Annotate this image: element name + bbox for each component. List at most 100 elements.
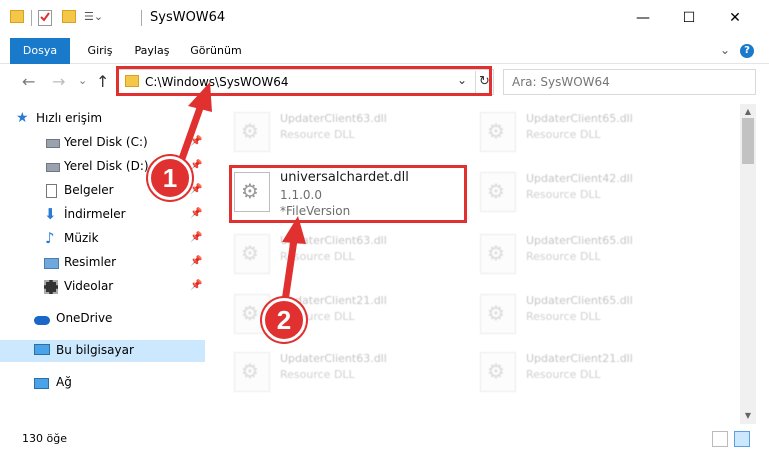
dll-file-icon — [480, 112, 516, 152]
sidebar-item-pictures[interactable]: Resimler 📌 — [0, 252, 205, 274]
file-item[interactable]: UpdaterClient21.dll Resource DLL — [480, 346, 710, 400]
dll-file-icon — [234, 172, 270, 212]
file-item[interactable]: UpdaterClient63.dll Resource DLL — [234, 228, 464, 282]
drive-icon — [46, 139, 60, 148]
music-icon: ♪ — [45, 229, 55, 247]
close-button[interactable]: ✕ — [725, 8, 745, 28]
tab-gorunum[interactable]: Görünüm — [184, 38, 248, 64]
dll-file-icon — [480, 234, 516, 274]
computer-icon — [34, 344, 50, 355]
cloud-icon — [34, 316, 50, 325]
sidebar-item-music[interactable]: ♪ Müzik 📌 — [0, 228, 205, 250]
tiles-view-icon[interactable] — [734, 431, 750, 447]
scrollbar-thumb[interactable] — [742, 118, 754, 164]
forward-button[interactable]: → — [52, 72, 65, 91]
search-box[interactable] — [503, 69, 756, 95]
customize-quick-access-icon[interactable]: ☰⌄ — [84, 10, 112, 26]
sidebar-item-label: Bu bilgisayar — [56, 343, 134, 357]
sidebar-item-downloads[interactable]: ⬇ İndirmeler 📌 — [0, 204, 205, 226]
tab-giris[interactable]: Giriş — [78, 38, 122, 64]
file-item[interactable]: UpdaterClient42.dll Resource DLL — [480, 166, 710, 220]
address-path[interactable]: C:\Windows\SysWOW64 — [145, 75, 289, 89]
details-view-icon[interactable] — [712, 431, 728, 447]
pin-icon: 📌 — [190, 232, 203, 243]
file-name: UpdaterClient63.dll — [280, 112, 387, 125]
drive-icon — [46, 163, 60, 172]
sidebar-item-label: İndirmeler — [64, 207, 126, 221]
pin-icon: 📌 — [190, 136, 203, 147]
callout-badge-1: 1 — [148, 156, 192, 200]
file-name: UpdaterClient65.dll — [526, 234, 633, 247]
address-bar[interactable]: C:\Windows\SysWOW64 ⌄ ↻ — [118, 69, 494, 95]
tab-paylas[interactable]: Paylaş — [126, 38, 178, 64]
sidebar-item-label: Yerel Disk (C:) — [64, 135, 148, 149]
sidebar-item-quick-access[interactable]: ★ Hızlı erişim — [0, 108, 205, 130]
folder-icon — [125, 75, 139, 87]
expand-ribbon-icon[interactable]: ⌄ — [720, 43, 730, 57]
search-input[interactable] — [512, 71, 742, 93]
file-item[interactable]: UpdaterClient63.dll Resource DLL — [234, 106, 464, 160]
navigation-bar: ← → ⌄ ↑ C:\Windows\SysWOW64 ⌄ ↻ — [0, 64, 769, 100]
file-description: *FileVersion — [280, 204, 351, 218]
sidebar-item-label: Hızlı erişim — [36, 111, 103, 125]
file-description: Resource DLL — [526, 128, 601, 141]
file-item[interactable]: UpdaterClient65.dll Resource DLL — [480, 106, 710, 160]
file-description: Resource DLL — [280, 368, 355, 381]
sidebar-item-videos[interactable]: Videolar 📌 — [0, 276, 205, 298]
up-button[interactable]: ↑ — [96, 72, 109, 91]
file-name: UpdaterClient63.dll — [280, 234, 387, 247]
pin-icon: 📌 — [190, 280, 203, 291]
title-bar: ☰⌄ SysWOW64 — ☐ ✕ — [0, 0, 769, 36]
separator — [31, 10, 32, 26]
sidebar-item-label: Videolar — [64, 279, 114, 293]
file-name: UpdaterClient63.dll — [280, 352, 387, 365]
properties-icon[interactable] — [38, 10, 52, 26]
file-description: Resource DLL — [526, 310, 601, 323]
ribbon: Dosya Giriş Paylaş Görünüm ⌄ ? — [0, 38, 769, 64]
video-icon — [44, 280, 58, 294]
sidebar-item-this-pc[interactable]: Bu bilgisayar — [0, 340, 205, 362]
new-folder-icon[interactable] — [62, 10, 76, 23]
sidebar-item-label: Resimler — [64, 255, 117, 269]
sidebar-item-label: OneDrive — [56, 311, 113, 325]
file-item[interactable]: UpdaterClient63.dll Resource DLL — [234, 346, 464, 400]
file-description: Resource DLL — [526, 188, 601, 201]
pin-icon: 📌 — [190, 256, 203, 267]
star-icon: ★ — [16, 110, 29, 126]
file-description: Resource DLL — [526, 250, 601, 263]
sidebar-item-onedrive[interactable]: OneDrive — [0, 308, 205, 330]
file-item[interactable]: UpdaterClient65.dll Resource DLL — [480, 288, 710, 342]
sidebar-item-label: Ağ — [56, 375, 72, 389]
item-count: 130 öğe — [22, 432, 67, 445]
recent-locations-button[interactable]: ⌄ — [78, 74, 87, 87]
dll-file-icon — [480, 172, 516, 212]
document-icon — [46, 184, 57, 198]
file-item[interactable]: UpdaterClient65.dll Resource DLL — [480, 228, 710, 282]
sidebar-item-local-disk-c[interactable]: Yerel Disk (C:) 📌 — [0, 132, 205, 154]
status-bar: 130 öğe — [0, 428, 769, 450]
chevron-down-icon[interactable]: ⌄ — [457, 73, 467, 87]
tab-dosya[interactable]: Dosya — [10, 38, 70, 64]
back-button[interactable]: ← — [22, 72, 35, 91]
minimize-button[interactable]: — — [633, 8, 653, 28]
folder-icon — [10, 10, 24, 23]
separator — [141, 10, 142, 26]
file-name: UpdaterClient21.dll — [526, 352, 633, 365]
file-name: UpdaterClient65.dll — [526, 294, 633, 307]
dll-file-icon — [234, 112, 270, 152]
sidebar-item-label: Belgeler — [64, 183, 114, 197]
file-item-universalchardet[interactable]: universalchardet.dll 1.1.0.0 *FileVersio… — [234, 166, 464, 220]
maximize-button[interactable]: ☐ — [679, 8, 699, 28]
sidebar-item-label: Yerel Disk (D:) — [64, 159, 149, 173]
dll-file-icon — [234, 234, 270, 274]
scroll-down-icon[interactable]: ▼ — [740, 408, 756, 424]
sidebar-item-network[interactable]: Ağ — [0, 372, 205, 394]
refresh-button[interactable]: ↻ — [475, 71, 493, 93]
help-icon[interactable]: ? — [740, 44, 754, 58]
pictures-icon — [44, 258, 59, 269]
vertical-scrollbar[interactable]: ▲ ▼ — [740, 104, 756, 424]
download-icon: ⬇ — [44, 205, 57, 223]
window-title: SysWOW64 — [150, 10, 226, 25]
navigation-pane: ★ Hızlı erişim Yerel Disk (C:) 📌 Yerel D… — [0, 104, 210, 424]
file-list: UpdaterClient63.dll Resource DLL Updater… — [210, 104, 740, 424]
